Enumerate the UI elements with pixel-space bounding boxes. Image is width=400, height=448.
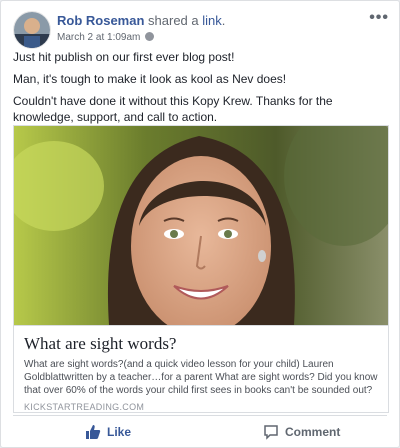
author-name[interactable]: Rob Roseman xyxy=(57,13,144,28)
globe-icon[interactable] xyxy=(145,32,155,41)
preview-domain: KICKSTARTREADING.COM xyxy=(24,402,145,412)
action-text: shared a xyxy=(148,13,199,28)
more-options-icon[interactable]: ••• xyxy=(369,9,389,27)
preview-info[interactable]: What are sight words? What are sight wor… xyxy=(14,325,388,412)
post-paragraph: Man, it's tough to make it look as kool … xyxy=(13,72,287,86)
author-avatar[interactable] xyxy=(13,11,51,49)
post-meta: March 2 at 1:09am xyxy=(57,32,155,43)
thumbs-up-icon xyxy=(86,425,101,439)
link-preview[interactable]: What are sight words? What are sight wor… xyxy=(13,125,389,413)
preview-description: What are sight words?(and a quick video … xyxy=(24,359,378,396)
link-word[interactable]: link xyxy=(202,13,222,28)
comment-button[interactable]: Comment xyxy=(263,422,340,442)
post-card: Rob Roseman shared a link. March 2 at 1:… xyxy=(0,0,400,448)
preview-image[interactable] xyxy=(14,126,388,325)
preview-title[interactable]: What are sight words? xyxy=(24,334,378,354)
post-paragraph: Couldn't have done it without this Kopy … xyxy=(13,94,333,124)
timestamp[interactable]: March 2 at 1:09am xyxy=(57,32,140,43)
action-bar: Like Comment xyxy=(13,415,387,448)
comment-icon xyxy=(264,425,278,440)
comment-label: Comment xyxy=(285,425,341,439)
post-header: Rob Roseman shared a link. xyxy=(57,13,225,28)
period: . xyxy=(221,13,226,28)
like-label: Like xyxy=(107,425,132,439)
post-paragraph: Just hit publish on our first ever blog … xyxy=(13,50,235,64)
post-text: Just hit publish on our first ever blog … xyxy=(13,49,387,131)
like-button[interactable]: Like xyxy=(85,422,131,442)
